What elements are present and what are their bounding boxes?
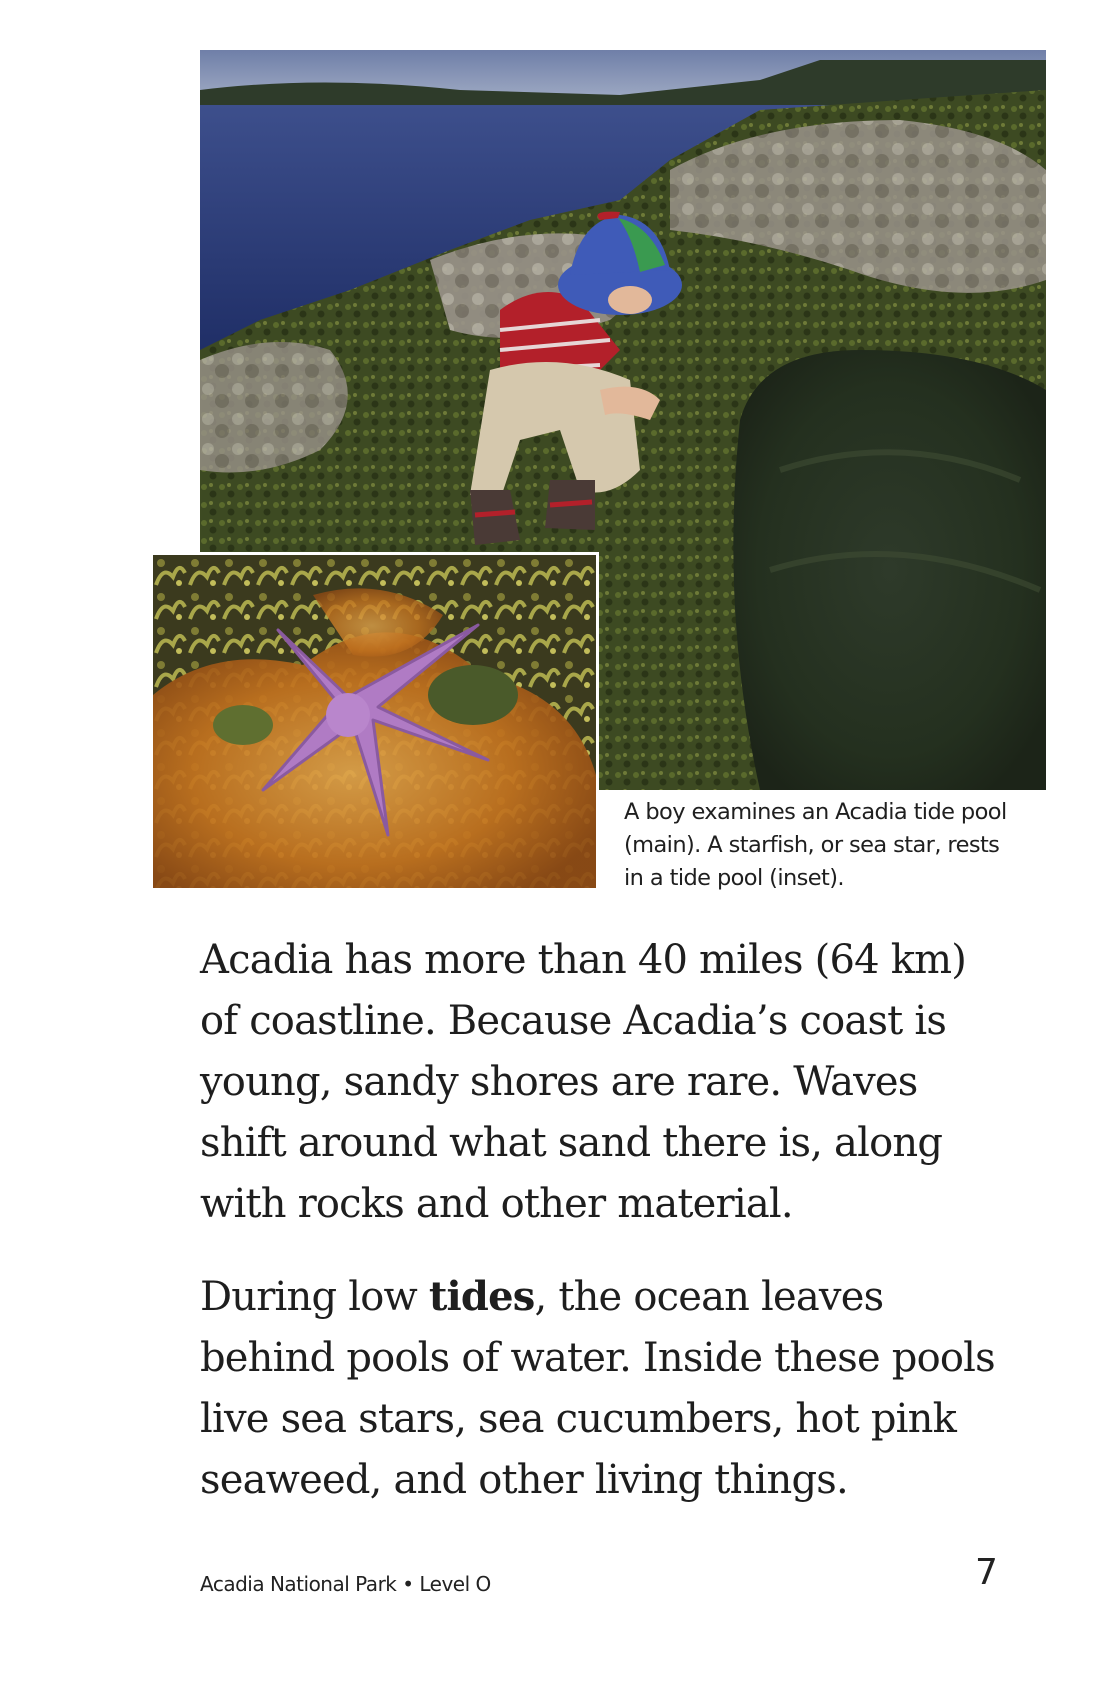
paragraph-tide-pools: During low tides, the ocean leaves behin…: [200, 1266, 1020, 1511]
paragraph-line: live sea stars, sea cucumbers, hot pink: [200, 1396, 957, 1442]
text-fragment: , the ocean leaves: [534, 1274, 884, 1320]
paragraph-line: young, sandy shores are rare. Waves: [200, 1059, 918, 1105]
page-number: 7: [975, 1552, 998, 1593]
paragraph-line: Acadia has more than 40 miles (64 km): [200, 937, 967, 983]
caption-line: (main). A starfish, or sea star, rests: [624, 832, 1000, 858]
caption-line: A boy examines an Acadia tide pool: [624, 799, 1007, 825]
glossary-term-tides: tides: [428, 1273, 535, 1320]
paragraph-line: with rocks and other material.: [200, 1181, 794, 1227]
paragraph-line: During low tides, the ocean leaves: [200, 1266, 1020, 1328]
text-fragment: During low: [200, 1274, 429, 1320]
footer-book-title: Acadia National Park • Level O: [200, 1572, 491, 1596]
paragraph-coastline: Acadia has more than 40 miles (64 km) of…: [200, 930, 1020, 1235]
photo-caption: A boy examines an Acadia tide pool (main…: [624, 796, 1054, 895]
paragraph-line: shift around what sand there is, along: [200, 1120, 943, 1166]
caption-line: in a tide pool (inset).: [624, 865, 845, 891]
paragraph-line: seaweed, and other living things.: [200, 1457, 849, 1503]
paragraph-line: behind pools of water. Inside these pool…: [200, 1335, 996, 1381]
paragraph-line: of coastline. Because Acadia’s coast is: [200, 998, 947, 1044]
inset-starfish-photo: [150, 552, 599, 891]
